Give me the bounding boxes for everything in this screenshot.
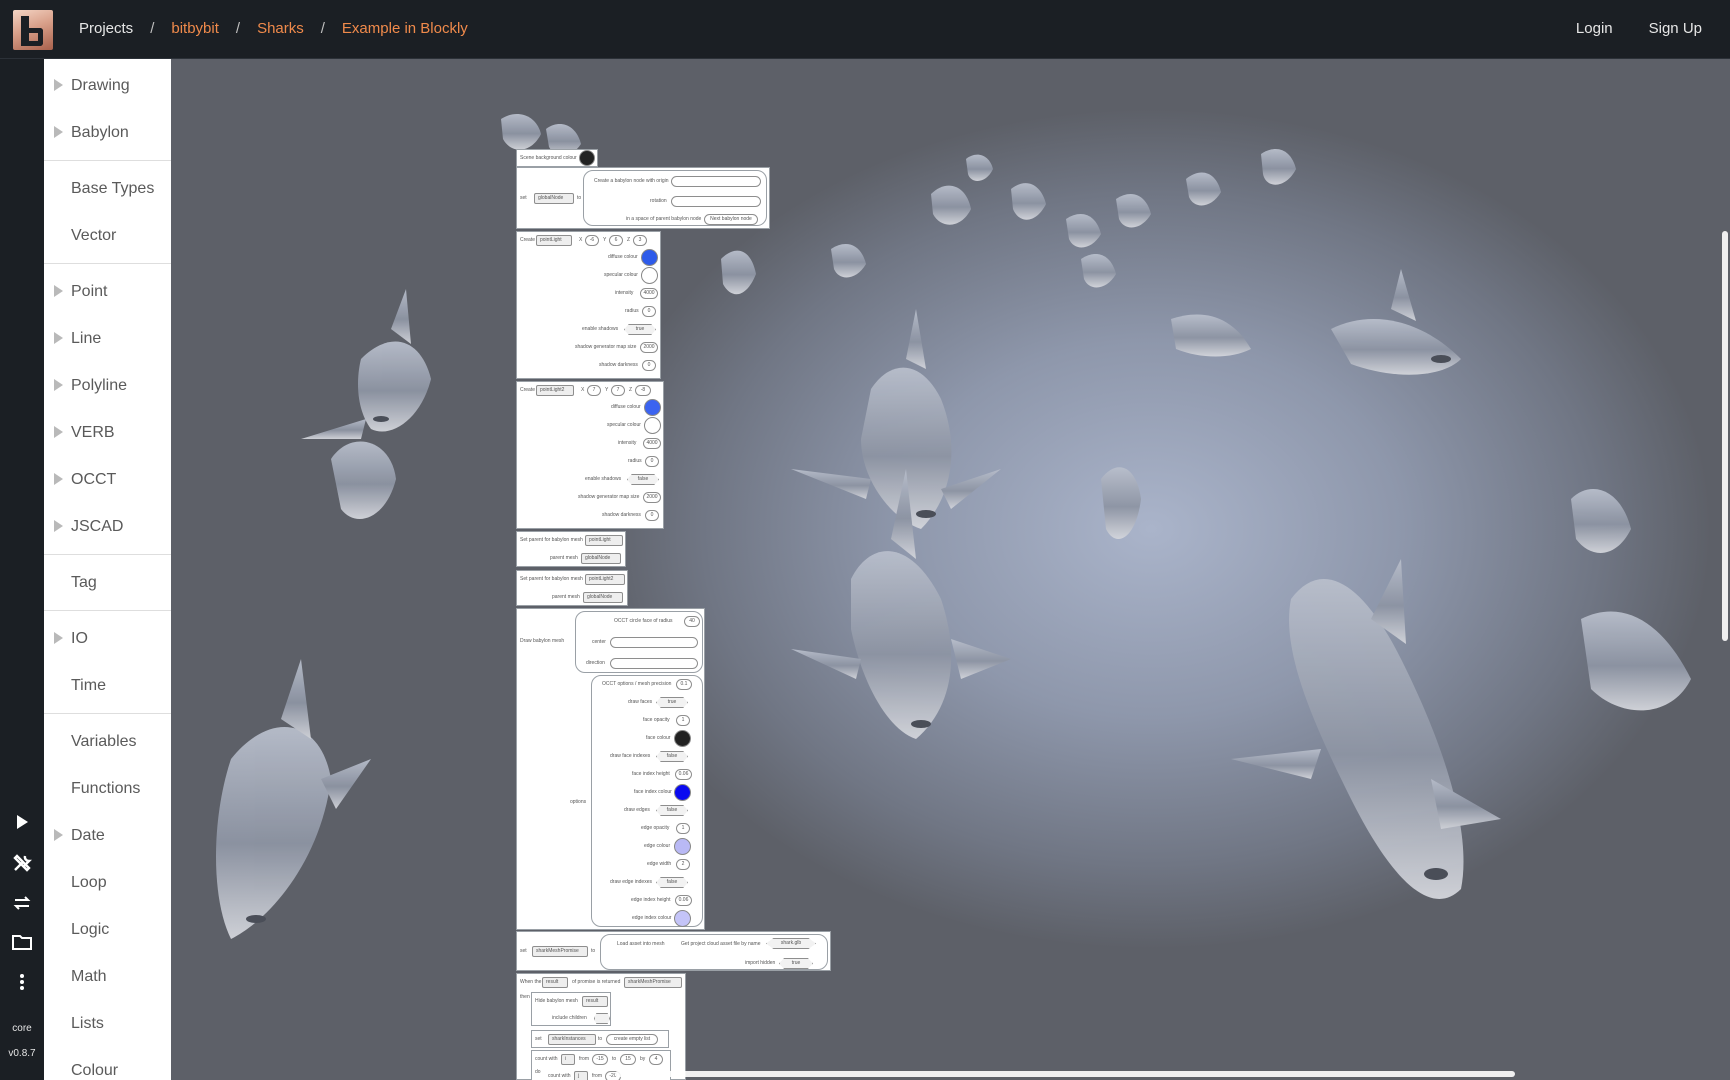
toolbox-category-base-types[interactable]: Base Types <box>44 165 171 212</box>
toolbox-category-babylon[interactable]: Babylon <box>44 109 171 156</box>
babylon-3d-viewport[interactable]: Scene background colour set globalNode t… <box>171 59 1730 1080</box>
expand-arrow-icon <box>54 332 63 344</box>
set-shark-mesh-promise-block[interactable]: set sharkMeshPromise to Load asset into … <box>516 931 831 971</box>
face-index-colour-swatch[interactable] <box>674 784 691 801</box>
light-variable-dropdown[interactable]: pointLight <box>536 235 572 246</box>
breadcrumb-separator: / <box>235 20 241 37</box>
toolbox-divider <box>44 263 171 264</box>
occt-options-block[interactable]: OCCT options / mesh precision 0.1 draw f… <box>591 675 703 927</box>
scene-background-block[interactable]: Scene background colour <box>516 149 598 167</box>
toolbox-category-io[interactable]: IO <box>44 615 171 662</box>
edge-index-colour-swatch[interactable] <box>674 910 691 927</box>
expand-arrow-icon <box>54 520 63 532</box>
parent-node-input[interactable]: Next babylon node <box>704 214 758 225</box>
variable-dropdown[interactable]: globalNode <box>534 193 574 204</box>
expand-arrow-icon <box>54 79 63 91</box>
expand-arrow-icon <box>54 473 63 485</box>
edge-colour-swatch[interactable] <box>674 838 691 855</box>
breadcrumb-projects-link[interactable]: Projects <box>79 20 133 37</box>
face-colour-swatch[interactable] <box>674 730 691 747</box>
expand-arrow-icon <box>54 426 63 438</box>
breadcrumb: Projects / bitbybit / Sharks / Example i… <box>79 20 468 37</box>
rotation-vector-input[interactable] <box>671 196 761 207</box>
toolbox-divider <box>44 554 171 555</box>
toolbox-category-point[interactable]: Point <box>44 268 171 315</box>
center-vector-input[interactable] <box>610 637 698 648</box>
specular-colour-swatch[interactable] <box>644 417 661 434</box>
breadcrumb-separator: / <box>150 20 155 37</box>
swap-icon[interactable] <box>12 893 32 913</box>
set-parent-block[interactable]: Set parent for babylon mesh pointLight p… <box>516 531 626 567</box>
toolbox-category-loop[interactable]: Loop <box>44 859 171 906</box>
light-variable-dropdown[interactable]: pointLight2 <box>536 385 574 396</box>
login-link[interactable]: Login <box>1576 20 1613 37</box>
left-action-rail: core v0.8.7 <box>0 59 44 1080</box>
toolbox-category-line[interactable]: Line <box>44 315 171 362</box>
tools-icon[interactable] <box>12 853 32 873</box>
direction-vector-input[interactable] <box>610 658 698 669</box>
expand-arrow-icon <box>54 285 63 297</box>
toolbox-category-variables[interactable]: Variables <box>44 718 171 765</box>
toolbox-category-jscad[interactable]: JSCAD <box>44 503 171 550</box>
set-shark-instances-block[interactable]: set sharkInstances to create empty list <box>531 1030 669 1048</box>
blockly-toolbox: Drawing Babylon Base Types Vector Point … <box>44 59 171 1080</box>
breadcrumb-project-link[interactable]: Sharks <box>257 20 304 37</box>
workspace-horizontal-scrollbar[interactable] <box>615 1071 1515 1077</box>
folder-icon[interactable] <box>12 933 32 953</box>
draw-babylon-mesh-block[interactable]: Draw babylon mesh OCCT circle face of ra… <box>516 608 705 930</box>
play-icon[interactable] <box>12 814 32 834</box>
specular-colour-swatch[interactable] <box>641 267 658 284</box>
toolbox-category-colour[interactable]: Colour <box>44 1047 171 1080</box>
diffuse-colour-swatch[interactable] <box>641 249 658 266</box>
occt-circle-block[interactable]: OCCT circle face of radius 40 center dir… <box>575 611 703 673</box>
toolbox-category-logic[interactable]: Logic <box>44 906 171 953</box>
expand-arrow-icon <box>54 126 63 138</box>
colour-swatch[interactable] <box>579 150 595 166</box>
toolbox-category-math[interactable]: Math <box>44 953 171 1000</box>
toolbox-category-drawing[interactable]: Drawing <box>44 62 171 109</box>
toolbox-divider <box>44 160 171 161</box>
expand-arrow-icon <box>54 632 63 644</box>
load-asset-block[interactable]: Load asset into mesh Get project cloud a… <box>600 934 828 970</box>
toolbox-divider <box>44 713 171 714</box>
toolbox-divider <box>44 610 171 611</box>
create-point-light2-block[interactable]: Create pointLight2 X 7 Y 7 Z -8 diffuse … <box>516 381 664 529</box>
toolbox-category-date[interactable]: Date <box>44 812 171 859</box>
bitbybit-logo[interactable] <box>13 10 53 50</box>
toolbox-category-functions[interactable]: Functions <box>44 765 171 812</box>
top-navigation-bar: Projects / bitbybit / Sharks / Example i… <box>0 0 1730 59</box>
breadcrumb-user-link[interactable]: bitbybit <box>171 20 219 37</box>
breadcrumb-script-link[interactable]: Example in Blockly <box>342 20 468 37</box>
when-promise-returned-block[interactable]: When the result of promise is returned s… <box>516 973 686 1080</box>
signup-link[interactable]: Sign Up <box>1649 20 1702 37</box>
more-vertical-icon[interactable] <box>12 973 32 993</box>
toolbox-category-occt[interactable]: OCCT <box>44 456 171 503</box>
toolbox-category-lists[interactable]: Lists <box>44 1000 171 1047</box>
diffuse-colour-swatch[interactable] <box>644 399 661 416</box>
toolbox-category-verb[interactable]: VERB <box>44 409 171 456</box>
workspace-vertical-scrollbar[interactable] <box>1722 231 1728 641</box>
hide-mesh-block[interactable]: Hide babylon mesh result include childre… <box>531 992 611 1026</box>
expand-arrow-icon <box>54 379 63 391</box>
toolbox-category-time[interactable]: Time <box>44 662 171 709</box>
runner-label: core <box>12 1023 32 1034</box>
shark-scene-render <box>216 114 1691 939</box>
version-label: v0.8.7 <box>8 1048 36 1059</box>
toolbox-category-vector[interactable]: Vector <box>44 212 171 259</box>
breadcrumb-separator: / <box>320 20 325 37</box>
set-global-node-block[interactable]: set globalNode to Create a babylon node … <box>516 167 770 229</box>
origin-vector-input[interactable] <box>671 176 761 187</box>
create-point-light-block[interactable]: Create pointLight X -6 Y 6 Z 3 diffuse c… <box>516 231 661 379</box>
toolbox-category-polyline[interactable]: Polyline <box>44 362 171 409</box>
toolbox-category-tag[interactable]: Tag <box>44 559 171 606</box>
set-parent-block[interactable]: Set parent for babylon mesh pointLight2 … <box>516 570 628 606</box>
expand-arrow-icon <box>54 829 63 841</box>
create-node-block[interactable]: Create a babylon node with origin rotati… <box>583 170 767 226</box>
